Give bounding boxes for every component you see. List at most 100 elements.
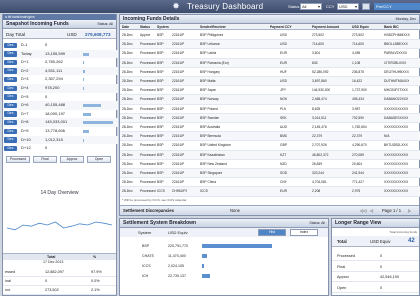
prev-icon[interactable]: ◁ [370, 206, 373, 216]
table-row[interactable]: 28-Dec Processed BSP 22161IP BSP New Zealand… [120, 160, 420, 169]
table-row[interactable]: 28-Dec Processed BSP 22161IP BSP Lebanon USD 7… [120, 40, 420, 50]
column-header[interactable]: Payment CCY [270, 24, 292, 30]
totals-col-pct: % [93, 255, 97, 259]
funds-row[interactable]: Dec D+4 978,200 [3, 84, 118, 93]
approx-button[interactable]: Approx [60, 156, 84, 163]
checkbox[interactable] [362, 3, 370, 10]
table-cell: 8,625 [312, 106, 321, 111]
day-value: 13,155,599 [45, 50, 66, 56]
table-cell: BSP Romania (Eur) [200, 60, 229, 65]
column-header[interactable]: Date [122, 24, 129, 30]
funds-row[interactable]: Dec D+5 0 [3, 93, 118, 102]
table-row[interactable]: 28-Dec Processed BSP 22161IP BSP Hungary HUF 5… [120, 68, 420, 77]
discrepancies-bar: Settlement Discrepancies None ◁◁ ◁ Page … [120, 205, 419, 215]
table-row[interactable]: 28-Dec Processed BSP 22161IP BSP United King… [120, 141, 420, 151]
details-title: Incoming Funds Details [123, 16, 180, 22]
table-row[interactable]: 28-Dec Processed BSP 22161IP BSP Singapore SG… [120, 169, 420, 179]
funds-row[interactable]: Dec D-1 0 [3, 41, 118, 50]
ccy-label: CCY [326, 4, 335, 9]
funds-row[interactable]: Dec D+1 2,780,262 [3, 58, 118, 67]
funds-row[interactable]: Dec D+12 0 [3, 144, 118, 153]
table-row[interactable]: 28-Dec Approx BSP 22161IP BSP Philippines USD… [120, 31, 420, 41]
funds-row[interactable]: Dec Today 13,155,599 [3, 49, 118, 59]
funds-row[interactable]: Dec D+7 18,000,197 [3, 110, 118, 119]
column-header[interactable]: Bank BIC [384, 24, 399, 30]
table-row[interactable]: 28-Dec Processed BSP 22161IP BSP Australia AU… [120, 123, 420, 133]
totals-header: Total % [3, 253, 116, 260]
column-header[interactable]: System [157, 24, 169, 30]
table-cell: BSP [157, 60, 164, 65]
table-cell: SEK [280, 115, 287, 120]
table-cell: Processed [140, 69, 156, 74]
open-button[interactable]: Open [87, 156, 111, 163]
totals-label: essed [5, 270, 16, 274]
table-cell: BSP [157, 33, 164, 37]
longer-label: Approx [337, 275, 350, 279]
funds-row[interactable]: Dec D+9 13,778,606 [3, 127, 118, 136]
funds-row[interactable]: Dec D+10 1,012,315 [3, 135, 118, 145]
table-row[interactable]: 28-Dec Processed BSP 22161IP BSP Bermuda BMD 2… [120, 132, 420, 142]
table-row[interactable]: 28-Dec Processed BSP 22161IP BSP Sweden SEK 3,… [120, 113, 420, 123]
date-chip: Dec [4, 128, 17, 135]
prev-page-icon[interactable]: ◁◁ [360, 206, 366, 216]
date-chip: Dec [4, 102, 17, 109]
day-label: D+5 [21, 93, 29, 99]
system-name: CHATS [142, 254, 154, 258]
funds-row[interactable]: Dec D+6 40,155,488 [3, 101, 118, 110]
breakdown-row[interactable]: CHATS 11,470,400 [120, 251, 328, 261]
usd-label: USD Equiv [168, 230, 188, 235]
table-cell: BBOLLBBEXXX [384, 42, 408, 47]
system-bar [202, 254, 207, 258]
table-cell: BSP [157, 152, 164, 157]
table-cell: 4,290,670 [352, 143, 367, 148]
pre-ccy-button[interactable]: Pre/CCY [374, 3, 420, 10]
table-cell: BSP Sweden [200, 115, 220, 120]
tab-hist[interactable]: Hist [258, 229, 286, 236]
ccy-select[interactable]: USD ▾ [337, 3, 359, 10]
funds-row[interactable]: Dec D+3 2,357,294 [3, 75, 118, 84]
day-bar [83, 138, 84, 142]
table-row[interactable]: 28-Dec Processed BSP 22161IP BSP Latvia EUR 3,… [120, 49, 420, 59]
day-value: 13,778,606 [45, 128, 66, 133]
final-button[interactable]: Final [33, 156, 57, 163]
table-cell: XXXXXXXXXXX [384, 180, 409, 185]
table-row[interactable]: 28-Dec Processed BSP 22161IP BSP Kazakhstan K… [120, 150, 420, 160]
table-row[interactable]: 28-Dec Processed ICCS CH961IFS ICCS EUR 2,208 2… [120, 187, 420, 197]
processed-button[interactable]: Processed [6, 156, 30, 163]
table-cell: 28-Dec [122, 60, 133, 65]
next-icon[interactable]: ▷ [408, 206, 411, 216]
table-cell: 28-Dec [122, 106, 133, 111]
totals-date: 17 Dec 2013 [43, 260, 64, 264]
day-total-value: 279,608,773 [85, 32, 111, 37]
tab-index[interactable]: Index [290, 229, 318, 236]
table-cell: 28-Dec [122, 33, 133, 37]
column-header[interactable]: Payment Amount [312, 24, 339, 30]
table-row[interactable]: 28-Dec Processed BSP 22161IP BSP Japan JPY 144… [120, 86, 420, 96]
totals-row: inal 0 0.0% [3, 277, 116, 286]
column-header[interactable]: Status [140, 24, 150, 30]
breakdown-row[interactable]: ICCS 2,024,105 [120, 261, 328, 271]
column-header[interactable]: USD Equiv [352, 24, 369, 30]
table-cell: 22161IP [172, 143, 185, 148]
table-row[interactable]: 28-Dec Processed BSP 22161IP BSP China CNY 4,7… [120, 178, 420, 188]
table-cell: AUD [280, 125, 287, 129]
table-row[interactable]: 28-Dec Processed BSP 22161IP BSP Malta USD 3,6… [120, 77, 420, 87]
breakdown-row[interactable]: ICH 22,739,137 [120, 271, 328, 281]
table-cell: XXXXXXXXXXX [384, 106, 409, 111]
table-row[interactable]: 28-Dec Processed BSP 22161IP BSP Romania (Eu… [120, 58, 420, 68]
table-cell: XXXXXXXXXXX [384, 171, 409, 175]
day-value: 18,000,197 [45, 110, 66, 116]
app-title: Treasury Dashboard [187, 2, 264, 11]
table-row[interactable]: 28-Dec Processed BSP 22161IP BSP Poland PLN 8,… [120, 105, 420, 114]
table-cell: BSP [157, 79, 164, 83]
longer-label: Final [337, 264, 346, 269]
status-select[interactable]: All ▾ [300, 3, 322, 10]
funds-row[interactable]: Dec D+8 145,033,001 [3, 118, 118, 127]
status-label: Status [288, 4, 300, 9]
table-cell: BSP Latvia [200, 51, 217, 56]
table-row[interactable]: 28-Dec Processed BSP 22161IP BSP Norway NOK 2,… [120, 95, 420, 105]
column-header[interactable]: Sender/Receiver [200, 24, 226, 30]
breakdown-row[interactable]: BSP 220,791,770 [120, 241, 328, 251]
funds-row[interactable]: Dec D+2 4,531,111 [3, 66, 118, 76]
table-cell: 2,707,926 [312, 143, 327, 148]
